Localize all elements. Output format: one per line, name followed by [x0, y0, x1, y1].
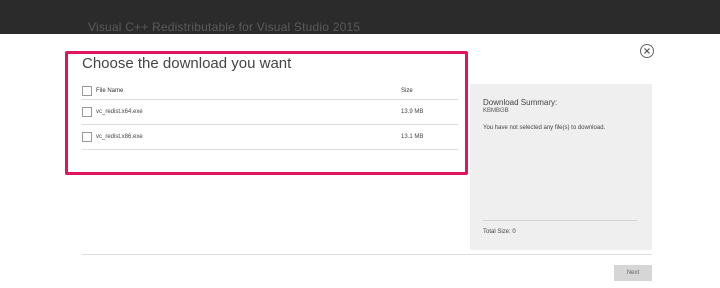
- footer-divider: [82, 254, 652, 255]
- table-row[interactable]: vc_redist.x86.exe 13.1 MB: [82, 125, 458, 150]
- summary-divider: [483, 220, 637, 221]
- file-name-header: File Name: [96, 88, 124, 94]
- summary-code: KBMBGB: [483, 108, 509, 114]
- file-size: 13.9 MB: [401, 109, 424, 115]
- window-title: Visual C++ Redistributable for Visual St…: [88, 20, 361, 34]
- download-summary-panel: Download Summary: KBMBGB You have not se…: [470, 84, 652, 250]
- file-table: File Name Size vc_redist.x64.exe 13.9 MB…: [82, 84, 458, 150]
- file-checkbox-x64[interactable]: [82, 107, 92, 117]
- file-name: vc_redist.x86.exe: [96, 134, 143, 140]
- select-all-checkbox[interactable]: [82, 86, 92, 96]
- total-size: Total Size: 0: [483, 229, 516, 235]
- summary-message: You have not selected any file(s) to dow…: [483, 125, 606, 131]
- file-name: vc_redist.x64.exe: [96, 109, 143, 115]
- page-title: Choose the download you want: [82, 55, 292, 72]
- table-row[interactable]: vc_redist.x64.exe 13.9 MB: [82, 100, 458, 125]
- file-checkbox-x86[interactable]: [82, 132, 92, 142]
- next-button[interactable]: Next: [614, 265, 652, 281]
- size-header: Size: [401, 88, 413, 94]
- file-size: 13.1 MB: [401, 134, 424, 140]
- top-bar: Visual C++ Redistributable for Visual St…: [0, 0, 720, 34]
- close-icon[interactable]: [640, 44, 654, 58]
- table-header-row: File Name Size: [82, 84, 458, 100]
- summary-title: Download Summary:: [483, 98, 558, 107]
